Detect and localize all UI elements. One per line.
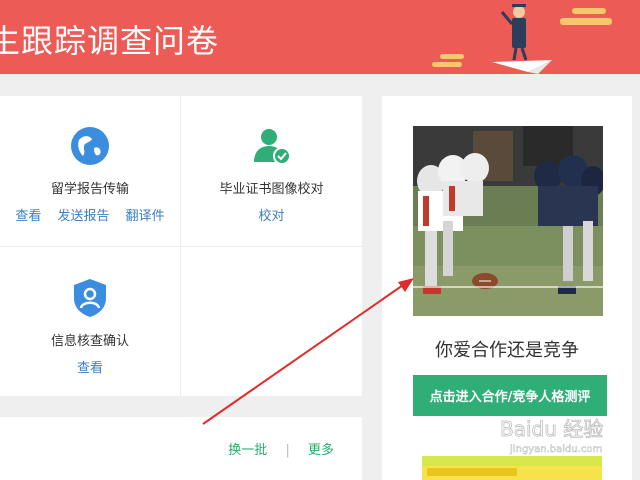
service-info-verify: 信息核查确认 查看 (0, 278, 180, 376)
service-links: 查看 发送报告 翻译件 (0, 205, 180, 224)
graduate-illustration (492, 4, 552, 74)
football-photo[interactable] (413, 126, 603, 316)
shield-user-icon (74, 279, 106, 317)
service-diploma-check: 毕业证书图像校对 校对 (181, 126, 362, 224)
translation-link[interactable]: 翻译件 (126, 209, 165, 224)
ad-title: 你爱合作还是竞争 (435, 340, 579, 361)
user-check-icon (253, 129, 291, 165)
more-link[interactable]: 更多 (308, 443, 334, 458)
watermark-text: Baidu 经验 (500, 417, 603, 441)
refresh-link[interactable]: 换一批 (228, 443, 267, 458)
send-report-link[interactable]: 发送报告 (57, 209, 109, 224)
card-actions: 换一批 | 更多 (228, 439, 334, 458)
cloud-decoration (560, 8, 612, 25)
watermark-url: jingyan.baidu.com (509, 444, 602, 455)
banner-title: 生跟踪调查问卷 (0, 22, 220, 60)
service-study-report: 留学报告传输 查看 发送报告 翻译件 (0, 126, 180, 224)
recommend-card: 换一批 | 更多 (0, 417, 362, 480)
service-links: 查看 (0, 357, 180, 376)
divider (0, 246, 362, 247)
separator: | (285, 443, 290, 458)
verify-link[interactable]: 校对 (258, 209, 284, 224)
header-banner: 生跟踪调查问卷 (0, 0, 640, 74)
baidu-watermark: Baidu 经验 jingyan.baidu.com (500, 417, 604, 456)
service-label: 信息核查确认 (50, 334, 129, 349)
service-label: 毕业证书图像校对 (219, 182, 324, 197)
view-link[interactable]: 查看 (15, 209, 41, 224)
services-card: 留学报告传输 查看 发送报告 翻译件 毕业证书图像校对 校对 信息核查确认 查看 (0, 96, 362, 396)
service-links: 校对 (181, 205, 362, 224)
view-link[interactable]: 查看 (77, 361, 103, 376)
cloud-decoration (432, 54, 464, 67)
globe-icon (71, 127, 109, 165)
service-label: 留学报告传输 (50, 182, 129, 197)
